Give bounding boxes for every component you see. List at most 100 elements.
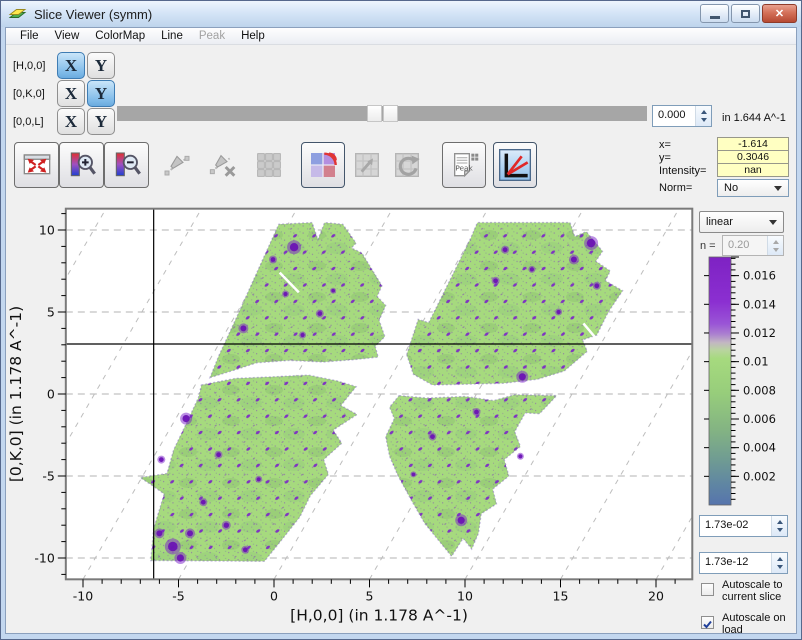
svg-text:0.016: 0.016 (743, 269, 776, 283)
svg-text:-10: -10 (34, 551, 54, 566)
dim-0-y-button[interactable]: Y (87, 52, 115, 79)
menu-peak: Peak (191, 28, 233, 44)
client-area: FileViewColorMapLinePeakHelp [H,0,0]XY[0… (5, 27, 797, 634)
snap-grid-icon (253, 149, 285, 181)
colorbar[interactable]: 0.016 0.014 0.012 0.01 0.008 0.006 0.004 0.002 (695, 251, 797, 513)
menu-view[interactable]: View (47, 28, 88, 44)
x-axis-title: [H,0,0] (in 1.178 A^-1) (290, 606, 468, 624)
chevron-down-icon (774, 186, 782, 195)
refresh-rebin-button (387, 142, 427, 188)
colorbar-min-spinbox[interactable]: 1.73e-12 (699, 552, 788, 574)
spinner-arrows-icon[interactable] (771, 553, 787, 573)
slice-slider-handle[interactable] (383, 105, 398, 122)
readout-intensity-label: Intensity= (659, 165, 706, 177)
refresh-rebin-icon (391, 149, 423, 181)
dim-1-y-button[interactable]: Y (87, 80, 115, 107)
autoscale-slice-checkbox[interactable] (701, 583, 714, 596)
dim-1-x-button[interactable]: X (57, 80, 85, 107)
slice-units-label: in 1.644 A^-1 (722, 112, 786, 124)
svg-text:-5: -5 (172, 588, 184, 603)
readout-x-label: x= (659, 139, 671, 151)
svg-text:0: 0 (47, 387, 55, 402)
rebin-current-button (347, 142, 387, 188)
svg-text:0.014: 0.014 (743, 297, 776, 311)
slice-slider[interactable] (117, 106, 647, 121)
colorbar-container[interactable]: 0.016 0.014 0.012 0.01 0.008 0.006 0.004 0.002 (695, 251, 797, 518)
svg-text:15: 15 (553, 588, 569, 603)
colorbar-max-spinbox[interactable]: 1.73e-02 (699, 515, 788, 537)
colorbar-zoom-out-icon (111, 149, 143, 181)
svg-text:-5: -5 (42, 469, 54, 484)
spinner-arrows-icon[interactable] (771, 516, 787, 536)
remove-line-button (200, 142, 245, 188)
norm-select-value: No (724, 182, 738, 194)
slice-viewer-window: Slice Viewer (symm) ✕ FileViewColorMapLi… (0, 0, 802, 640)
svg-text:0.01: 0.01 (743, 355, 769, 369)
colorbar-zoom-in-button[interactable] (59, 142, 104, 188)
svg-text:5: 5 (366, 588, 374, 603)
svg-text:0: 0 (270, 588, 278, 603)
autoscale-load-label: Autoscale on load (722, 612, 797, 634)
svg-text:0.008: 0.008 (743, 383, 776, 397)
svg-text:10: 10 (457, 588, 473, 603)
close-button[interactable]: ✕ (762, 4, 797, 23)
app-icon (8, 5, 28, 23)
dim-0-x-button[interactable]: X (57, 52, 85, 79)
zoom-to-fit-icon (21, 149, 53, 181)
norm-select[interactable]: No (717, 179, 789, 197)
dim-label-2: [0,0,L] (13, 116, 44, 128)
menu-file[interactable]: File (12, 28, 47, 44)
readout-x-value: -1.614 (717, 137, 789, 151)
slice-point-spinbox[interactable]: 0.000 (652, 105, 712, 127)
svg-text:0.012: 0.012 (743, 326, 776, 340)
autoscale-load-checkbox[interactable] (701, 616, 714, 629)
draw-line-button (154, 142, 199, 188)
maximize-button[interactable] (731, 4, 760, 23)
snap-grid-button (246, 142, 291, 188)
scale-type-value: linear (706, 216, 733, 228)
menu-line[interactable]: Line (153, 28, 191, 44)
svg-text:5: 5 (47, 305, 55, 320)
window-title: Slice Viewer (symm) (34, 7, 152, 22)
colorbar-zoom-out-button[interactable] (104, 142, 149, 188)
svg-text:0.002: 0.002 (743, 469, 776, 483)
minimize-icon (710, 16, 720, 19)
peaks-overlay-icon: Peak (448, 149, 480, 181)
svg-text:10: 10 (39, 223, 55, 238)
check-icon (702, 619, 713, 630)
close-icon: ✕ (775, 7, 784, 20)
colorbar-zoom-in-icon (66, 149, 98, 181)
menu-bar: FileViewColorMapLinePeakHelp (6, 27, 797, 45)
colorbar-min-value: 1.73e-12 (700, 553, 771, 573)
scale-type-select[interactable]: linear (699, 211, 784, 233)
maximize-icon (741, 10, 750, 18)
readout-intensity-value: nan (717, 163, 789, 177)
menu-help[interactable]: Help (233, 28, 273, 44)
rebin-current-icon (351, 149, 383, 181)
peaks-overlay-button[interactable]: Peak (442, 142, 486, 188)
rebin-mode-button[interactable] (301, 142, 345, 188)
svg-text:Peak: Peak (455, 163, 473, 172)
colorbar-max-value: 1.73e-02 (700, 516, 771, 536)
dim-label-1: [0,K,0] (13, 88, 45, 100)
plot-canvas[interactable]: -10-505101520-10-50510[H,0,0] (in 1.178 … (5, 195, 704, 634)
remove-line-icon (207, 149, 239, 181)
dim-2-y-button[interactable]: Y (87, 108, 115, 135)
slice-slider-handle[interactable] (367, 105, 382, 122)
nonorthogonal-axes-button[interactable] (493, 142, 537, 188)
rebin-mode-icon (307, 149, 339, 181)
dim-label-0: [H,0,0] (13, 60, 45, 72)
spinner-arrows-icon[interactable] (695, 106, 711, 126)
plot-container[interactable]: -10-505101520-10-50510[H,0,0] (in 1.178 … (5, 195, 704, 634)
svg-text:0.006: 0.006 (743, 412, 776, 426)
dim-2-x-button[interactable]: X (57, 108, 85, 135)
zoom-to-fit-button[interactable] (14, 142, 59, 188)
menu-colormap[interactable]: ColorMap (87, 28, 153, 44)
nonorthogonal-axes-icon (499, 149, 531, 181)
svg-text:0.004: 0.004 (743, 441, 776, 455)
readout-y-value: 0.3046 (717, 150, 789, 164)
title-bar[interactable]: Slice Viewer (symm) ✕ (1, 1, 801, 27)
minimize-button[interactable] (700, 4, 729, 23)
svg-text:-10: -10 (73, 588, 93, 603)
readout-y-label: y= (659, 152, 671, 164)
